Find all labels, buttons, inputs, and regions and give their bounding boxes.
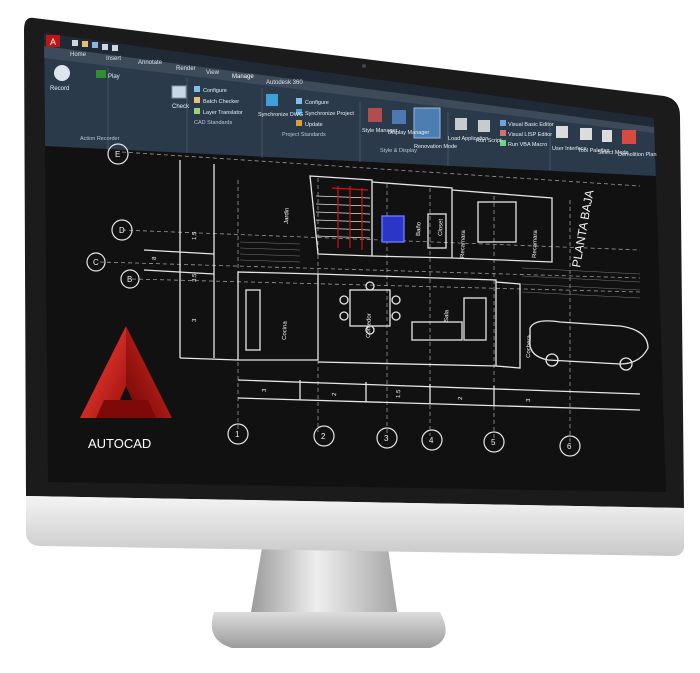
batch-checker-label[interactable]: Batch Checker: [203, 99, 239, 105]
project-configure-label[interactable]: Configure: [305, 100, 329, 106]
axis-marker-label: 6: [567, 442, 572, 451]
axis-marker-label: D: [119, 226, 125, 235]
axis-marker-label: 4: [429, 436, 434, 445]
camera-icon: [362, 64, 366, 68]
vb-editor-icon: [500, 120, 506, 126]
monitor-stand-neck: [250, 548, 398, 618]
axis-marker-label: C: [93, 258, 99, 267]
app-icon-letter: A: [50, 37, 56, 47]
style-manager-icon: [368, 108, 382, 122]
record-icon: [54, 65, 70, 81]
dimension-label: 1.5: [396, 389, 402, 398]
room-label: Baño: [416, 221, 423, 236]
check-label[interactable]: Check: [172, 104, 190, 110]
axis-marker-label: 3: [384, 434, 389, 443]
room-label: Cochera: [526, 335, 533, 359]
display-manager-label[interactable]: Display Manager: [388, 130, 429, 136]
dimension-label: 1.5: [192, 231, 198, 240]
tab-home[interactable]: Home: [70, 52, 87, 58]
record-label[interactable]: Record: [50, 86, 69, 92]
project-configure-icon: [296, 98, 302, 104]
run-script-icon: [478, 120, 490, 132]
tab-manage[interactable]: Manage: [232, 74, 254, 80]
new-icon: [72, 40, 78, 46]
save-icon: [92, 42, 98, 48]
tab-render[interactable]: Render: [176, 66, 196, 72]
select-mode-icon: [602, 130, 612, 142]
layer-translator-label[interactable]: Layer Translator: [203, 110, 243, 116]
vlisp-editor-icon: [500, 130, 506, 136]
play-label[interactable]: Play: [108, 74, 120, 80]
tab-autodesk-360[interactable]: Autodesk 360: [266, 80, 303, 86]
autocad-brand-text: AUTOCAD: [88, 436, 151, 451]
project-standards-panel-label: Project Standards: [282, 132, 326, 138]
tab-insert[interactable]: Insert: [106, 56, 121, 62]
vb-editor-label[interactable]: Visual Basic Editor: [508, 122, 554, 128]
user-interface-icon: [556, 126, 568, 138]
renovation-mode-label[interactable]: Renovation Mode: [414, 144, 457, 150]
demolition-plan-icon: [622, 130, 636, 144]
monitor-stand-base: [211, 612, 446, 648]
synchronize-dwg-label[interactable]: Synchronize DWG: [258, 112, 303, 118]
monitor-stage: A Home Insert Annotate Render View Manag…: [0, 0, 700, 668]
room-label: Sala: [444, 309, 450, 322]
room-label: Cocina: [282, 321, 289, 341]
room-label: Jardin: [284, 208, 291, 225]
tool-palettes-icon: [580, 128, 592, 140]
axis-marker-label: 1: [235, 430, 240, 439]
room-label: Recamara: [460, 230, 467, 259]
dimension-label: 3.5: [192, 273, 198, 282]
cad-standards-panel-label: CAD Standards: [194, 120, 232, 126]
load-application-icon: [455, 118, 467, 130]
axis-marker-label: 2: [321, 432, 326, 441]
room-label: Comedor: [366, 313, 373, 338]
open-icon: [82, 41, 88, 47]
axis-marker-label: B: [127, 275, 132, 284]
batch-checker-icon: [194, 97, 200, 103]
check-standards-icon: [171, 85, 187, 99]
configure-icon: [194, 86, 200, 92]
monitor-illustration: A Home Insert Annotate Render View Manag…: [24, 17, 684, 648]
tab-view[interactable]: View: [206, 70, 220, 76]
redo-icon: [112, 45, 118, 51]
undo-icon: [102, 44, 108, 50]
synchronize-project-label[interactable]: Synchronize Project: [305, 111, 354, 117]
play-icon: [96, 70, 106, 78]
demolition-plan-label[interactable]: Demolition Plan: [618, 152, 657, 158]
tab-annotate[interactable]: Annotate: [138, 60, 163, 66]
update-icon: [296, 120, 302, 126]
room-label: Recamara: [532, 230, 539, 259]
update-label[interactable]: Update: [305, 122, 323, 128]
axis-marker-label: E: [115, 150, 120, 159]
axis-marker-label: 5: [491, 438, 496, 447]
action-recorder-panel-label: Action Recorder: [80, 136, 120, 142]
run-vba-label[interactable]: Run VBA Macro: [508, 142, 547, 148]
vlisp-editor-label[interactable]: Visual LISP Editor: [508, 132, 552, 138]
synchronize-dwg-icon: [266, 94, 278, 106]
style-display-panel-label: Style & Display: [380, 148, 417, 154]
room-label: Closet: [438, 219, 445, 237]
run-script-label[interactable]: Run Script: [476, 138, 502, 144]
configure-label[interactable]: Configure: [203, 88, 227, 94]
layer-translator-icon: [194, 108, 200, 114]
display-manager-icon: [392, 110, 406, 124]
